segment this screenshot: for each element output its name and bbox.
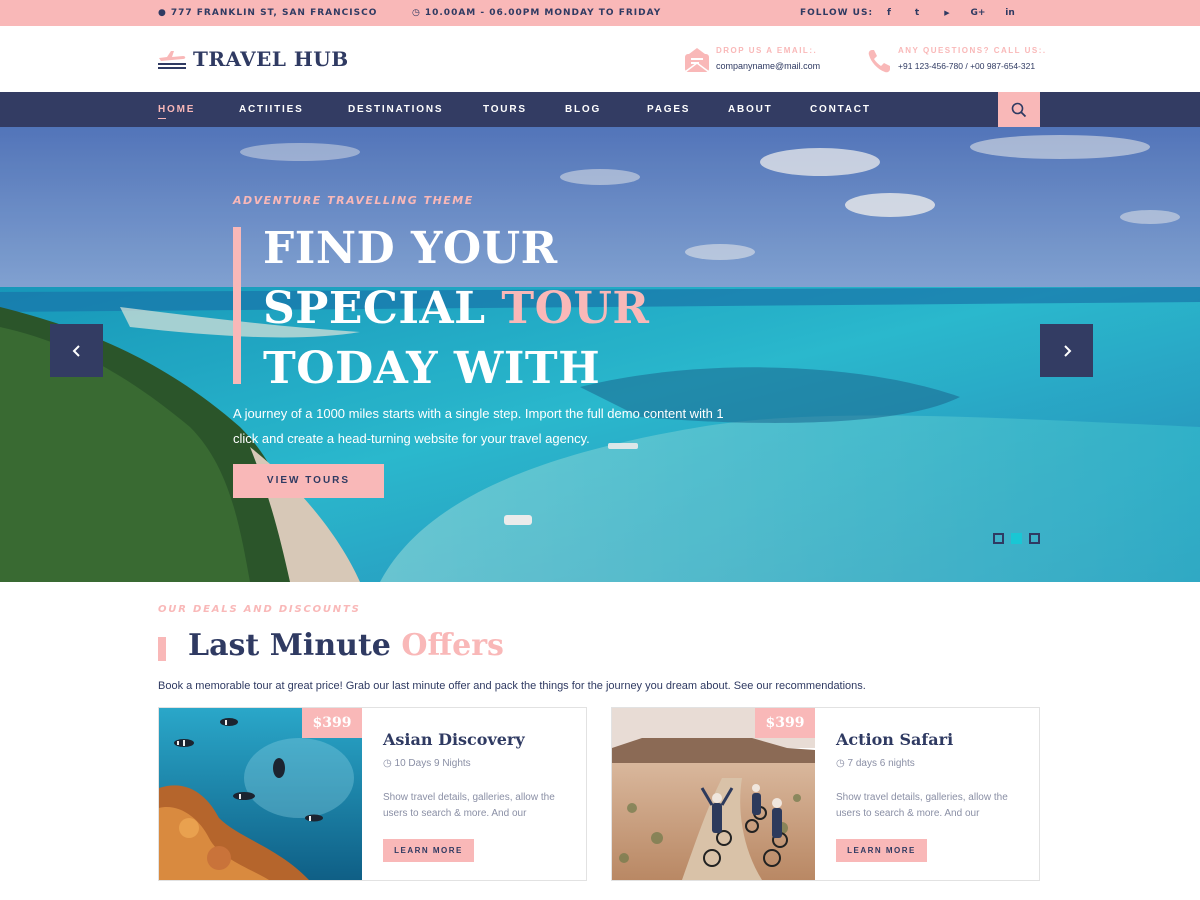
site-logo[interactable]: TRAVEL HUB <box>157 44 349 74</box>
search-button[interactable] <box>998 92 1040 127</box>
deals-description: Book a memorable tour at great price! Gr… <box>158 680 866 692</box>
search-icon <box>1011 102 1027 117</box>
hero-title: FIND YOUR SPECIAL TOUR TODAY WITH <box>263 219 783 399</box>
follow-us-label: FOLLOW US: <box>800 8 874 18</box>
hero-title-special: SPECIAL <box>263 283 502 334</box>
map-pin-icon: ● <box>158 8 167 18</box>
address-info: ● 777 FRANKLIN ST, SAN FRANCISCO <box>158 0 377 26</box>
google-plus-icon[interactable]: G+ <box>967 0 989 26</box>
hours-text: 10.00AM - 06.00PM MONDAY TO FRIDAY <box>424 8 662 18</box>
hero-kicker: ADVENTURE TRAVELLING THEME <box>233 194 474 207</box>
offer-title[interactable]: Asian Discovery <box>383 730 525 749</box>
phone-label: ANY QUESTIONS? CALL US:. <box>898 46 1047 55</box>
view-tours-button[interactable]: VIEW TOURS <box>233 464 384 498</box>
deals-title: Last Minute Offers <box>188 628 504 663</box>
nav-item-destinations[interactable]: DESTINATIONS <box>348 92 443 127</box>
nav-item-activities[interactable]: ACTIITIES <box>239 92 304 127</box>
phone-value[interactable]: +91 123-456-780 / +00 987-654-321 <box>898 61 1035 71</box>
offer-description: Show travel details, galleries, allow th… <box>836 792 1008 819</box>
email-value[interactable]: companyname@mail.com <box>716 61 820 71</box>
slider-dot-1[interactable] <box>993 533 1004 544</box>
chevron-left-icon <box>72 344 80 357</box>
hero-title-line-3: TODAY WITH <box>263 343 601 394</box>
clock-icon: ◷ <box>412 8 421 18</box>
price-badge: $399 <box>755 708 815 738</box>
offer-duration-text: 10 Days 9 Nights <box>394 758 471 769</box>
hero-title-tour: TOUR <box>501 283 650 334</box>
hero-title-line-1: FIND YOUR <box>263 223 558 274</box>
twitter-icon[interactable]: t <box>906 0 928 26</box>
nav-item-contact[interactable]: CONTACT <box>810 92 871 127</box>
offer-title[interactable]: Action Safari <box>836 730 953 749</box>
nav-item-blog[interactable]: BLOG <box>565 92 601 127</box>
hours-info: ◷ 10.00AM - 06.00PM MONDAY TO FRIDAY <box>412 0 661 26</box>
learn-more-button[interactable]: LEARN MORE <box>383 839 474 862</box>
envelope-icon <box>684 48 710 73</box>
offer-duration: ◷ 10 Days 9 Nights <box>383 758 471 769</box>
deals-kicker: OUR DEALS AND DISCOUNTS <box>158 604 361 615</box>
slider-dot-2[interactable] <box>1011 533 1022 544</box>
nav-item-home[interactable]: HOME <box>158 92 195 127</box>
chevron-right-icon <box>1063 344 1071 357</box>
top-bar: ● 777 FRANKLIN ST, SAN FRANCISCO ◷ 10.00AM… <box>0 0 1200 26</box>
price-badge: $399 <box>302 708 362 738</box>
offer-duration: ◷ 7 days 6 nights <box>836 758 915 769</box>
offer-card-action-safari[interactable]: $399 Action Safari ◷ 7 days 6 nights Sho… <box>611 707 1040 881</box>
airplane-logo-icon <box>158 51 186 69</box>
hero-description: A journey of a 1000 miles starts with a … <box>233 406 724 446</box>
address-text: 777 FRANKLIN ST, SAN FRANCISCO <box>170 8 378 18</box>
nav-item-about[interactable]: ABOUT <box>728 92 773 127</box>
nav-item-tours[interactable]: TOURS <box>483 92 527 127</box>
clock-icon: ◷ <box>383 758 395 769</box>
deals-title-offers: Offers <box>401 628 504 663</box>
clock-icon: ◷ <box>836 758 848 769</box>
learn-more-button[interactable]: LEARN MORE <box>836 839 927 862</box>
nav-item-pages[interactable]: PAGES <box>647 92 690 127</box>
phone-icon <box>868 50 890 73</box>
facebook-icon[interactable]: f <box>878 0 900 26</box>
slider-next-button[interactable] <box>1040 324 1093 377</box>
slider-prev-button[interactable] <box>50 324 103 377</box>
hero-slider: ADVENTURE TRAVELLING THEME FIND YOUR SPE… <box>0 127 1200 582</box>
offer-card-asian-discovery[interactable]: $399 Asian Discovery ◷ 10 Days 9 Nights … <box>158 707 587 881</box>
offer-duration-text: 7 days 6 nights <box>847 758 915 769</box>
logo-text: TRAVEL HUB <box>193 47 349 71</box>
deals-accent-bar <box>158 637 166 661</box>
deals-title-main: Last Minute <box>188 628 402 663</box>
main-navigation: HOME ACTIITIES DESTINATIONS TOURS BLOG P… <box>0 92 1200 127</box>
hero-accent-bar <box>233 227 241 384</box>
youtube-icon[interactable]: ▶ <box>936 0 958 26</box>
site-header: TRAVEL HUB DROP US A EMAIL:. companyname… <box>0 26 1200 92</box>
linkedin-icon[interactable]: in <box>999 0 1021 26</box>
hero-title-line-2: SPECIAL TOUR <box>263 279 783 339</box>
email-label: DROP US A EMAIL:. <box>716 46 818 55</box>
offer-description: Show travel details, galleries, allow th… <box>383 792 555 819</box>
slider-dot-3[interactable] <box>1029 533 1040 544</box>
